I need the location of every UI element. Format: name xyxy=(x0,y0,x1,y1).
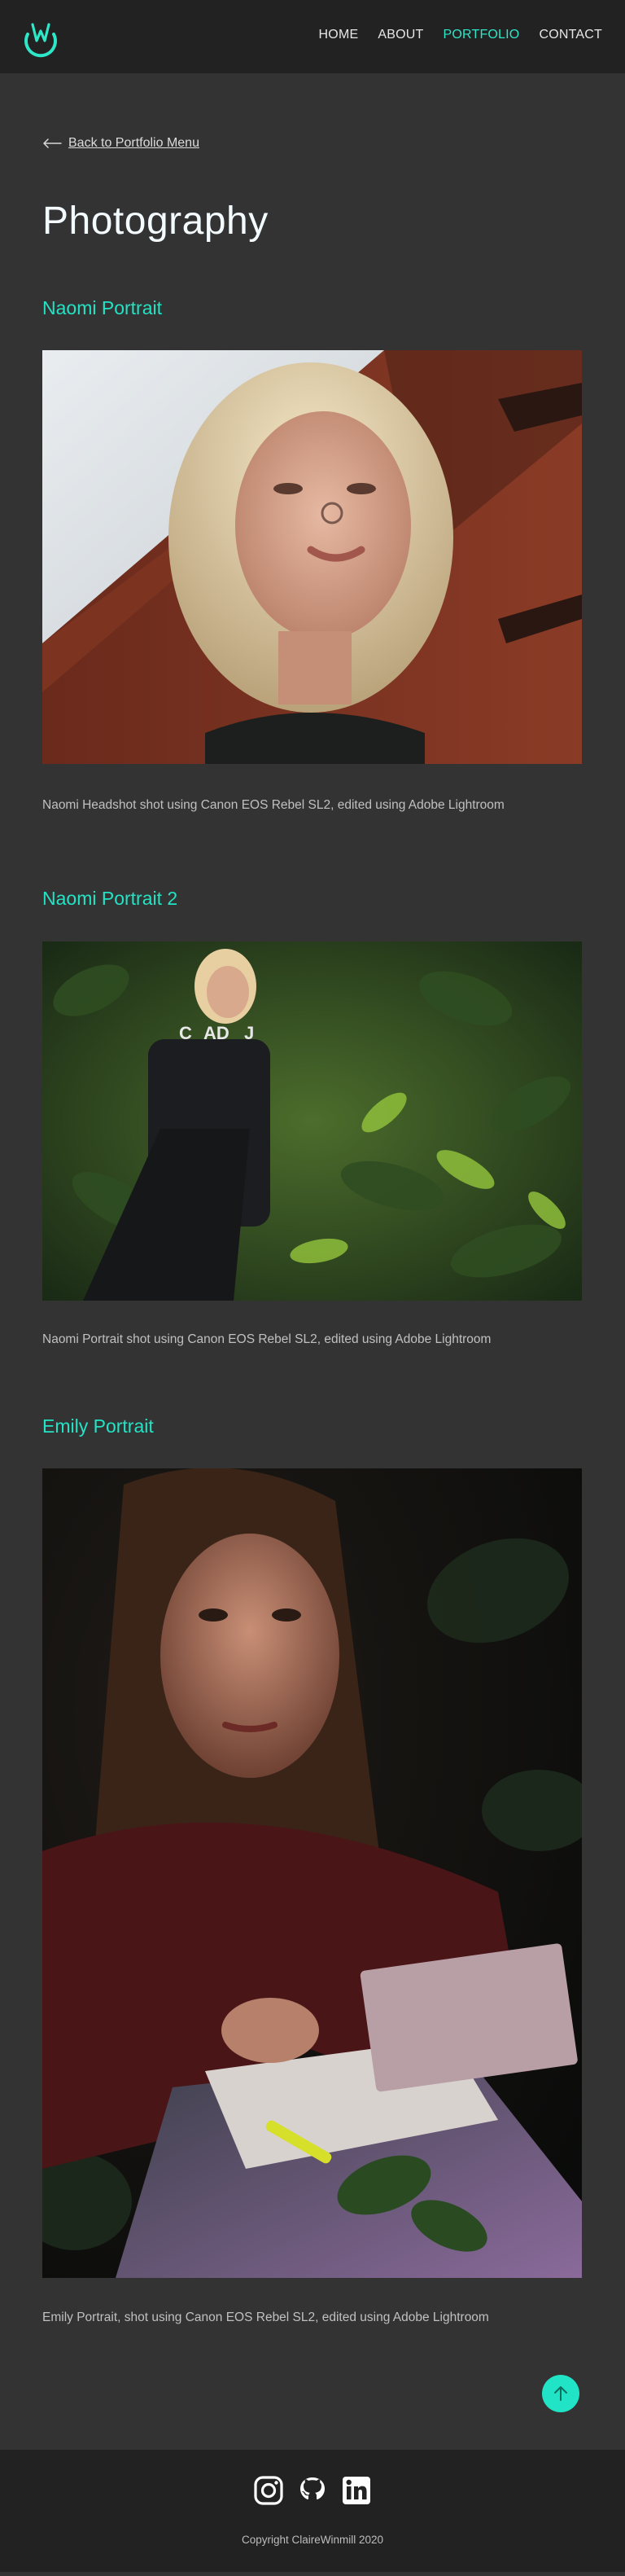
navbar: HOME ABOUT PORTFOLIO CONTACT xyxy=(0,0,625,73)
naomi-portrait-photo: C AD J xyxy=(42,941,582,1301)
emily-portrait-photo xyxy=(42,1468,582,2278)
photo-caption: Naomi Portrait shot using Canon EOS Rebe… xyxy=(42,1332,492,1346)
instagram-icon[interactable] xyxy=(252,2474,285,2507)
nav-home-link[interactable]: HOME xyxy=(319,28,359,42)
footer: Copyright ClaireWinmill 2020 xyxy=(0,2450,625,2572)
naomi-headshot-photo xyxy=(42,350,582,764)
page-title: Photography xyxy=(42,200,269,243)
copyright-text: Copyright ClaireWinmill 2020 xyxy=(241,2534,384,2546)
arrow-up-icon xyxy=(554,2386,567,2401)
photo-caption: Naomi Headshot shot using Canon EOS Rebe… xyxy=(42,798,505,812)
logo-icon[interactable] xyxy=(20,16,62,59)
scroll-to-top-button[interactable] xyxy=(542,2375,579,2412)
nav-links: HOME ABOUT PORTFOLIO CONTACT xyxy=(319,28,602,42)
back-link-label: Back to Portfolio Menu xyxy=(68,136,199,150)
svg-text:J: J xyxy=(244,1023,254,1043)
github-icon[interactable] xyxy=(296,2474,329,2507)
social-links xyxy=(0,2474,625,2507)
nav-about-link[interactable]: ABOUT xyxy=(378,28,423,42)
nav-portfolio-link[interactable]: PORTFOLIO xyxy=(443,28,519,42)
arrow-left-icon xyxy=(43,138,62,148)
section-title: Naomi Portrait xyxy=(42,297,162,318)
photo-caption: Emily Portrait, shot using Canon EOS Reb… xyxy=(42,2311,489,2324)
back-to-portfolio-link[interactable]: Back to Portfolio Menu xyxy=(42,136,199,151)
section-title: Naomi Portrait 2 xyxy=(42,888,178,909)
nav-contact-link[interactable]: CONTACT xyxy=(539,28,602,42)
svg-text:C: C xyxy=(179,1023,192,1043)
svg-text:AD: AD xyxy=(203,1023,229,1043)
linkedin-icon[interactable] xyxy=(340,2474,373,2507)
section-title: Emily Portrait xyxy=(42,1415,154,1437)
